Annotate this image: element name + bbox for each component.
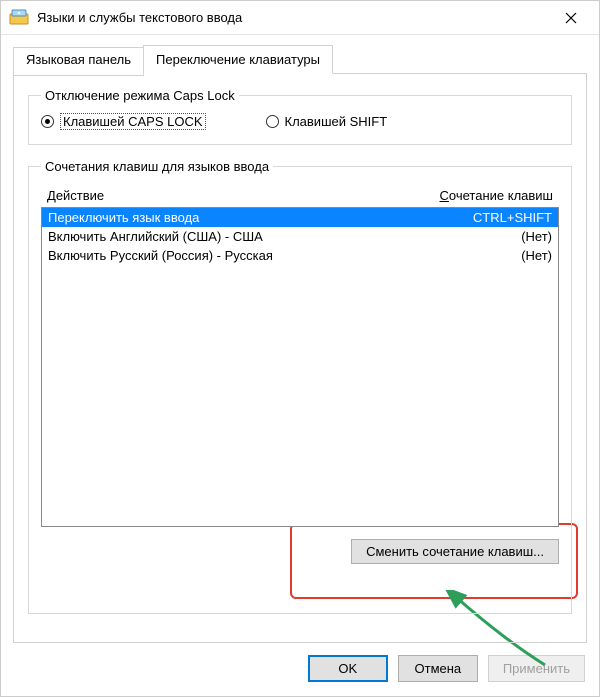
list-header: Действие Сочетание клавиш <box>41 184 559 207</box>
header-key: Сочетание клавиш <box>393 188 553 203</box>
window-title: Языки и службы текстового ввода <box>37 10 551 25</box>
apply-button[interactable]: Применить <box>488 655 585 682</box>
tab-label: Языковая панель <box>26 52 131 67</box>
radio-icon <box>41 115 54 128</box>
radio-shift[interactable]: Клавишей SHIFT <box>266 114 388 129</box>
list-item-action: Переключить язык ввода <box>48 210 412 225</box>
app-icon <box>9 8 29 28</box>
dialog-footer: OK Отмена Применить <box>1 643 599 696</box>
ok-button[interactable]: OK <box>308 655 388 682</box>
dialog-window: Языки и службы текстового ввода Языковая… <box>0 0 600 697</box>
list-item[interactable]: Переключить язык вводаCTRL+SHIFT <box>42 208 558 227</box>
list-item-action: Включить Английский (США) - США <box>48 229 412 244</box>
list-item-key: (Нет) <box>412 248 552 263</box>
hotkeys-legend: Сочетания клавиш для языков ввода <box>41 159 273 174</box>
list-item[interactable]: Включить Русский (Россия) - Русская(Нет) <box>42 246 558 265</box>
radio-label: Клавишей SHIFT <box>285 114 388 129</box>
content-area: Языковая панель Переключение клавиатуры … <box>1 35 599 643</box>
tab-keyboard-switch[interactable]: Переключение клавиатуры <box>143 45 333 74</box>
change-button-wrap: Сменить сочетание клавиш... <box>41 539 559 564</box>
tab-language-bar[interactable]: Языковая панель <box>13 47 144 76</box>
close-button[interactable] <box>551 4 591 32</box>
tab-label: Переключение клавиатуры <box>156 52 320 67</box>
titlebar: Языки и службы текстового ввода <box>1 1 599 35</box>
hotkeys-list[interactable]: Переключить язык вводаCTRL+SHIFTВключить… <box>41 207 559 527</box>
list-item-key: CTRL+SHIFT <box>412 210 552 225</box>
change-hotkey-button[interactable]: Сменить сочетание клавиш... <box>351 539 559 564</box>
radio-label: Клавишей CAPS LOCK <box>60 113 206 130</box>
cancel-button[interactable]: Отмена <box>398 655 478 682</box>
list-item-key: (Нет) <box>412 229 552 244</box>
tab-row: Языковая панель Переключение клавиатуры <box>13 45 587 74</box>
radio-icon <box>266 115 279 128</box>
tab-panel: Отключение режима Caps Lock Клавишей CAP… <box>13 73 587 643</box>
capslock-radio-row: Клавишей CAPS LOCK Клавишей SHIFT <box>41 113 559 130</box>
header-action: Действие <box>47 188 393 203</box>
capslock-legend: Отключение режима Caps Lock <box>41 88 239 103</box>
list-item[interactable]: Включить Английский (США) - США(Нет) <box>42 227 558 246</box>
capslock-group: Отключение режима Caps Lock Клавишей CAP… <box>28 88 572 145</box>
list-item-action: Включить Русский (Россия) - Русская <box>48 248 412 263</box>
radio-capslock[interactable]: Клавишей CAPS LOCK <box>41 113 206 130</box>
hotkeys-group: Сочетания клавиш для языков ввода Действ… <box>28 159 572 614</box>
